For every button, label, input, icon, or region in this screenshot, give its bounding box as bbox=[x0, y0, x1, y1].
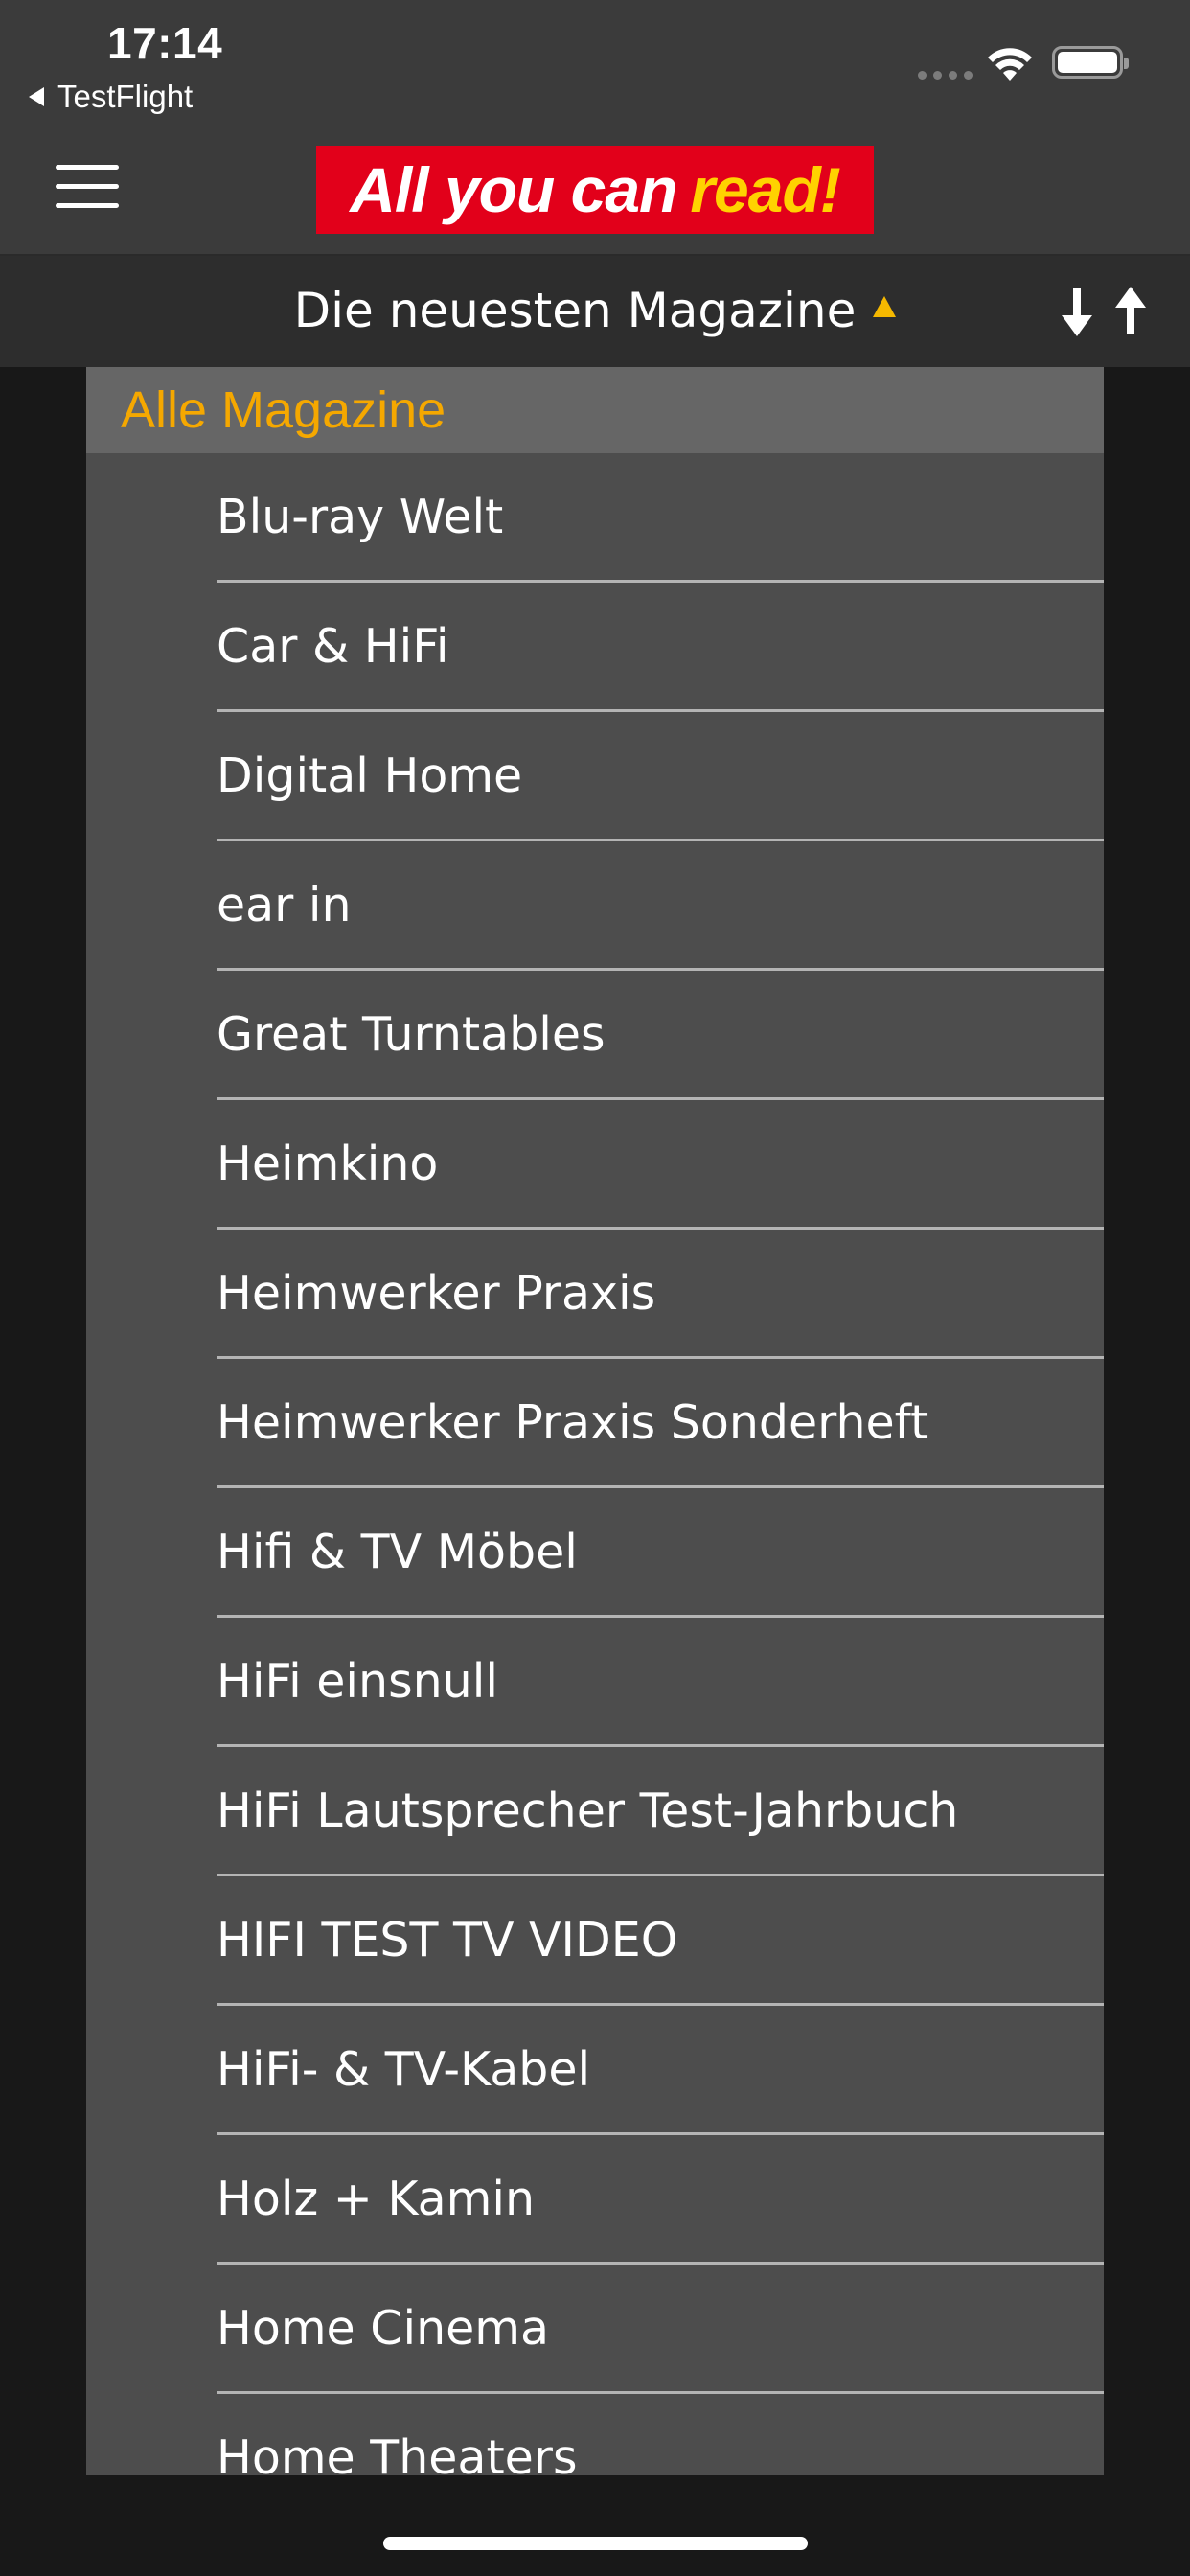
magazine-title: Home Cinema bbox=[217, 2301, 550, 2356]
list-item[interactable]: Heimkino bbox=[86, 1100, 1104, 1230]
magazine-title: Heimwerker Praxis bbox=[217, 1266, 656, 1321]
list-item[interactable]: ear in bbox=[86, 841, 1104, 971]
list-item[interactable]: Heimwerker Praxis bbox=[86, 1230, 1104, 1359]
magazine-title: HIFI TEST TV VIDEO bbox=[217, 1913, 678, 1967]
magazine-title: Digital Home bbox=[217, 748, 523, 803]
magazine-title: Heimkino bbox=[217, 1137, 439, 1191]
sort-title-label: Die neuesten Magazine bbox=[293, 283, 857, 338]
magazine-title: Hifi & TV Möbel bbox=[217, 1525, 578, 1579]
magazine-title: HiFi einsnull bbox=[217, 1654, 498, 1709]
list-item[interactable]: HiFi Lautsprecher Test-Jahrbuch bbox=[86, 1747, 1104, 1876]
top-bar: 17:14 TestFlight All you can read! bbox=[0, 0, 1190, 254]
cellular-signal-icon bbox=[918, 71, 973, 80]
list-item[interactable]: Home Theaters bbox=[86, 2394, 1104, 2475]
home-indicator[interactable] bbox=[383, 2537, 808, 2550]
list-item[interactable]: Digital Home bbox=[86, 712, 1104, 841]
magazine-list-panel: Alle Magazine Blu-ray Welt Car & HiFi Digi… bbox=[86, 367, 1104, 2475]
magazine-title: ear in bbox=[217, 878, 352, 932]
list-item[interactable]: HiFi- & TV-Kabel bbox=[86, 2006, 1104, 2135]
logo-text-main: All you can bbox=[350, 154, 677, 225]
magazine-title: Blu-ray Welt bbox=[217, 490, 504, 544]
app-screen: 17:14 TestFlight All you can read! Die n… bbox=[0, 0, 1190, 2576]
magazine-title: Holz + Kamin bbox=[217, 2172, 536, 2226]
list-item[interactable]: Car & HiFi bbox=[86, 583, 1104, 712]
magazine-title: Home Theaters bbox=[217, 2430, 578, 2475]
magazine-title: HiFi Lautsprecher Test-Jahrbuch bbox=[217, 1783, 959, 1838]
magazine-title: Heimwerker Praxis Sonderheft bbox=[217, 1395, 929, 1450]
list-item[interactable]: Holz + Kamin bbox=[86, 2135, 1104, 2265]
wifi-icon bbox=[988, 48, 1032, 80]
hamburger-menu-button[interactable] bbox=[56, 165, 119, 209]
magazine-title: HiFi- & TV-Kabel bbox=[217, 2042, 591, 2097]
sort-arrows-icon[interactable] bbox=[1050, 285, 1157, 338]
back-to-testflight-link[interactable]: TestFlight bbox=[29, 79, 193, 115]
logo-text-accent: read! bbox=[690, 154, 840, 225]
status-time: 17:14 bbox=[107, 18, 223, 68]
battery-icon bbox=[1052, 46, 1129, 79]
list-item[interactable]: Blu-ray Welt bbox=[86, 453, 1104, 583]
sort-selector[interactable]: Die neuesten Magazine bbox=[0, 283, 1190, 338]
list-item[interactable]: HIFI TEST TV VIDEO bbox=[86, 1876, 1104, 2006]
list-item[interactable]: Home Cinema bbox=[86, 2265, 1104, 2394]
list-item[interactable]: Heimwerker Praxis Sonderheft bbox=[86, 1359, 1104, 1488]
sort-bar: Die neuesten Magazine bbox=[0, 256, 1190, 367]
triangle-up-icon bbox=[873, 296, 897, 317]
panel-header: Alle Magazine bbox=[86, 367, 1104, 453]
magazine-title: Car & HiFi bbox=[217, 619, 449, 674]
back-arrow-icon bbox=[29, 87, 44, 106]
list-item[interactable]: HiFi einsnull bbox=[86, 1618, 1104, 1747]
back-link-label: TestFlight bbox=[57, 79, 194, 114]
list-item[interactable]: Hifi & TV Möbel bbox=[86, 1488, 1104, 1618]
magazine-list: Blu-ray Welt Car & HiFi Digital Home ear in… bbox=[86, 453, 1104, 2475]
list-item[interactable]: Great Turntables bbox=[86, 971, 1104, 1100]
app-logo: All you can read! bbox=[316, 146, 874, 234]
magazine-title: Great Turntables bbox=[217, 1007, 606, 1062]
